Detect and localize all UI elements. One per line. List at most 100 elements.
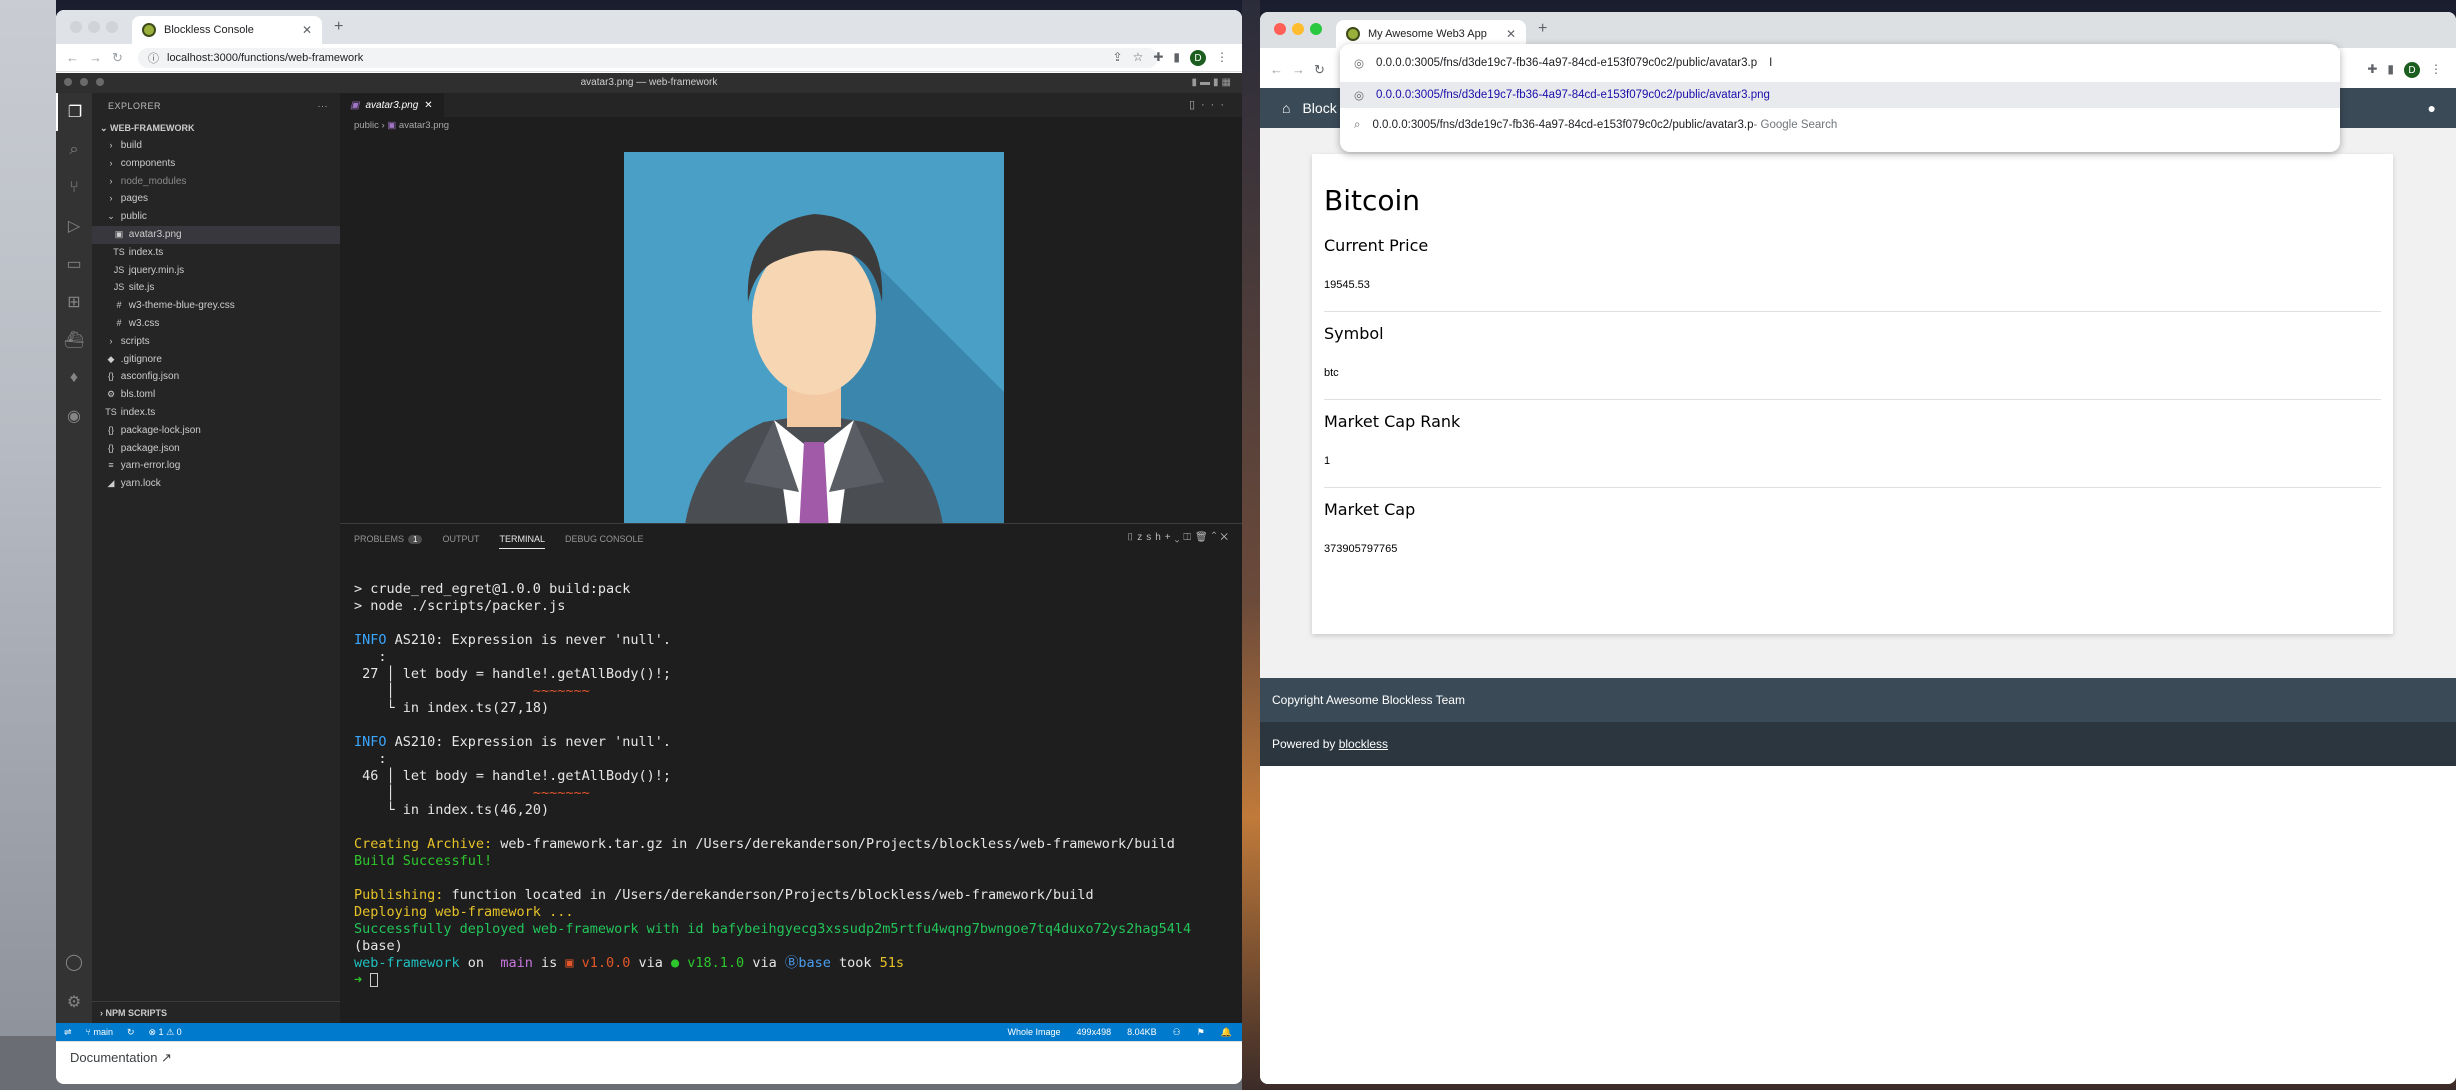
prompt-input-line[interactable]: ➜ xyxy=(354,972,1232,989)
file-tree-item[interactable]: ▣ avatar3.png xyxy=(92,225,340,244)
copilot-icon[interactable]: ⚇ xyxy=(1173,1027,1181,1038)
file-tree-item[interactable]: › build xyxy=(92,137,340,155)
home-icon[interactable]: ⌂ xyxy=(1282,100,1290,116)
file-tree-item[interactable]: JS site.js xyxy=(92,279,340,297)
terminal-output[interactable]: > crude_red_egret@1.0.0 build:pack > nod… xyxy=(354,564,1232,989)
docker-icon[interactable]: ⛴ xyxy=(56,321,92,359)
new-terminal-icon[interactable]: +⌄ xyxy=(1165,532,1184,543)
vscode-close-dot[interactable] xyxy=(64,78,72,86)
zoom-window-button[interactable] xyxy=(106,21,118,33)
debug-console-tab[interactable]: DEBUG CONSOLE xyxy=(565,534,644,544)
bookmark-star-icon[interactable]: ☆ xyxy=(1133,50,1144,66)
reload-icon[interactable]: ↻ xyxy=(1314,62,1325,78)
file-tree-item[interactable]: › node_modules xyxy=(92,173,340,191)
documentation-link[interactable]: Documentation ↗ xyxy=(70,1050,172,1066)
file-tree-item[interactable]: ≡ yarn-error.log xyxy=(92,457,340,475)
suggestion-url[interactable]: ◎ 0.0.0.0:3005/fns/d3de19c7-fb36-4a97-84… xyxy=(1340,82,2340,108)
vscode-minimize-dot[interactable] xyxy=(80,78,88,86)
forward-arrow-icon[interactable]: → xyxy=(1292,62,1305,77)
split-terminal-icon[interactable]: ◫ xyxy=(1183,532,1195,543)
extensions-puzzle-icon[interactable]: ✚ xyxy=(2367,62,2377,78)
problems-tab[interactable]: PROBLEMS 1 xyxy=(354,534,423,544)
breadcrumb-file[interactable]: avatar3.png xyxy=(399,120,449,131)
file-tree-item[interactable]: # w3.css xyxy=(92,315,340,333)
project-folder[interactable]: ⌄ WEB-FRAMEWORK xyxy=(92,119,340,137)
file-tree-item[interactable]: TS index.ts xyxy=(92,244,340,262)
breadcrumb-folder[interactable]: public xyxy=(354,120,379,131)
remote-explorer-icon[interactable]: ▭ xyxy=(56,245,92,283)
accounts-icon[interactable]: ◯ xyxy=(56,943,92,981)
close-panel-icon[interactable]: ✕ xyxy=(1220,532,1232,543)
share-icon[interactable]: ⇪ xyxy=(1113,50,1123,66)
file-tree-item[interactable]: ⚙ bls.toml xyxy=(92,386,340,404)
close-window-button[interactable] xyxy=(1274,23,1286,35)
back-arrow-icon[interactable]: ← xyxy=(66,50,79,65)
editor-actions-icons[interactable]: ▯··· xyxy=(1189,98,1230,111)
file-tree-item[interactable]: {} asconfig.json xyxy=(92,368,340,386)
file-type-icon: › xyxy=(109,175,113,186)
browser-tab-blockless-console[interactable]: Blockless Console ✕ xyxy=(132,16,322,44)
reload-icon[interactable]: ↻ xyxy=(112,50,123,66)
file-tree-item[interactable]: # w3-theme-blue-grey.css xyxy=(92,297,340,315)
omnibox-input[interactable]: ◎ 0.0.0.0:3005/fns/d3de19c7-fb36-4a97-84… xyxy=(1340,50,2340,76)
back-arrow-icon[interactable]: ← xyxy=(1270,62,1283,77)
new-tab-icon[interactable]: + xyxy=(1538,20,1547,38)
close-tab-icon[interactable]: ✕ xyxy=(302,23,312,37)
terminal-tab[interactable]: TERMINAL xyxy=(499,534,545,549)
settings-gear-icon[interactable]: ⚙ xyxy=(56,983,92,1021)
feedback-icon[interactable]: ⚑ xyxy=(1197,1027,1205,1038)
zoom-window-button[interactable] xyxy=(1310,23,1322,35)
gitlens-icon[interactable]: ◉ xyxy=(56,397,92,435)
mongodb-leaf-icon[interactable]: ♦ xyxy=(56,359,92,397)
file-tree-item[interactable]: {} package-lock.json xyxy=(92,422,340,440)
sidebar-panel-icon[interactable]: ▮ xyxy=(1173,50,1180,66)
profile-avatar[interactable]: D xyxy=(2404,62,2420,78)
npm-scripts-section[interactable]: › NPM SCRIPTS xyxy=(92,1001,340,1023)
menu-dots-icon[interactable]: ⋮ xyxy=(2430,62,2442,78)
file-tree-item[interactable]: TS index.ts xyxy=(92,404,340,422)
branch-indicator[interactable]: ⑂ main xyxy=(86,1027,113,1038)
file-tree-item[interactable]: {} package.json xyxy=(92,440,340,458)
file-tree-item[interactable]: JS jquery.min.js xyxy=(92,262,340,280)
sync-icon[interactable]: ↻ xyxy=(127,1027,135,1038)
search-icon[interactable]: ⌕ xyxy=(56,131,92,169)
editor-tab-avatar3[interactable]: ▣ avatar3.png ✕ xyxy=(340,93,444,117)
image-zoom-status[interactable]: Whole Image xyxy=(1008,1027,1061,1038)
close-window-button[interactable] xyxy=(70,21,82,33)
blockless-link[interactable]: blockless xyxy=(1339,737,1388,751)
suggestion-search[interactable]: ⌕ 0.0.0.0:3005/fns/d3de19c7-fb36-4a97-84… xyxy=(1340,112,2340,138)
remote-icon[interactable]: ⇌ xyxy=(64,1027,72,1038)
file-tree-item[interactable]: › pages xyxy=(92,190,340,208)
sidebar-panel-icon[interactable]: ▮ xyxy=(2387,62,2394,78)
file-tree-item[interactable]: › components xyxy=(92,155,340,173)
close-tab-icon[interactable]: ✕ xyxy=(1506,27,1516,41)
file-type-icon: ◆ xyxy=(107,353,115,364)
notifications-bell-icon[interactable]: 🔔 xyxy=(1221,1027,1232,1038)
file-tree-item[interactable]: ◆ .gitignore xyxy=(92,351,340,369)
vscode-zoom-dot[interactable] xyxy=(96,78,104,86)
extensions-puzzle-icon[interactable]: ✚ xyxy=(1153,50,1163,66)
minimize-window-button[interactable] xyxy=(88,21,100,33)
nav-avatar-icon[interactable]: ● xyxy=(2428,100,2436,116)
shell-name[interactable]: zsh xyxy=(1137,532,1165,543)
trash-icon[interactable]: 🗑 xyxy=(1195,532,1212,543)
profile-avatar[interactable]: D xyxy=(1190,50,1206,66)
new-tab-icon[interactable]: + xyxy=(334,18,343,36)
close-editor-tab-icon[interactable]: ✕ xyxy=(424,100,432,111)
forward-arrow-icon[interactable]: → xyxy=(89,50,102,65)
output-tab[interactable]: OUTPUT xyxy=(442,534,479,544)
run-debug-icon[interactable]: ▷ xyxy=(56,207,92,245)
left-address-bar[interactable]: ⓘ localhost:3000/functions/web-framework xyxy=(138,48,1158,68)
file-tree-item[interactable]: ⌄ public xyxy=(92,208,340,226)
extensions-icon[interactable]: ⊞ xyxy=(56,283,92,321)
explorer-more-icon[interactable]: ··· xyxy=(318,93,329,119)
file-tree-item[interactable]: ◢ yarn.lock xyxy=(92,475,340,493)
menu-dots-icon[interactable]: ⋮ xyxy=(1216,50,1228,66)
problems-indicator[interactable]: ⊗ 1 ⚠ 0 xyxy=(149,1027,182,1038)
layout-toggle-icons[interactable]: ▮▬▮▦ xyxy=(1192,73,1234,93)
minimize-window-button[interactable] xyxy=(1292,23,1304,35)
nav-brand[interactable]: Block xyxy=(1302,100,1336,116)
explorer-files-icon[interactable]: ❐ xyxy=(56,93,92,131)
source-control-icon[interactable]: ⑂ xyxy=(56,169,92,207)
file-tree-item[interactable]: › scripts xyxy=(92,333,340,351)
